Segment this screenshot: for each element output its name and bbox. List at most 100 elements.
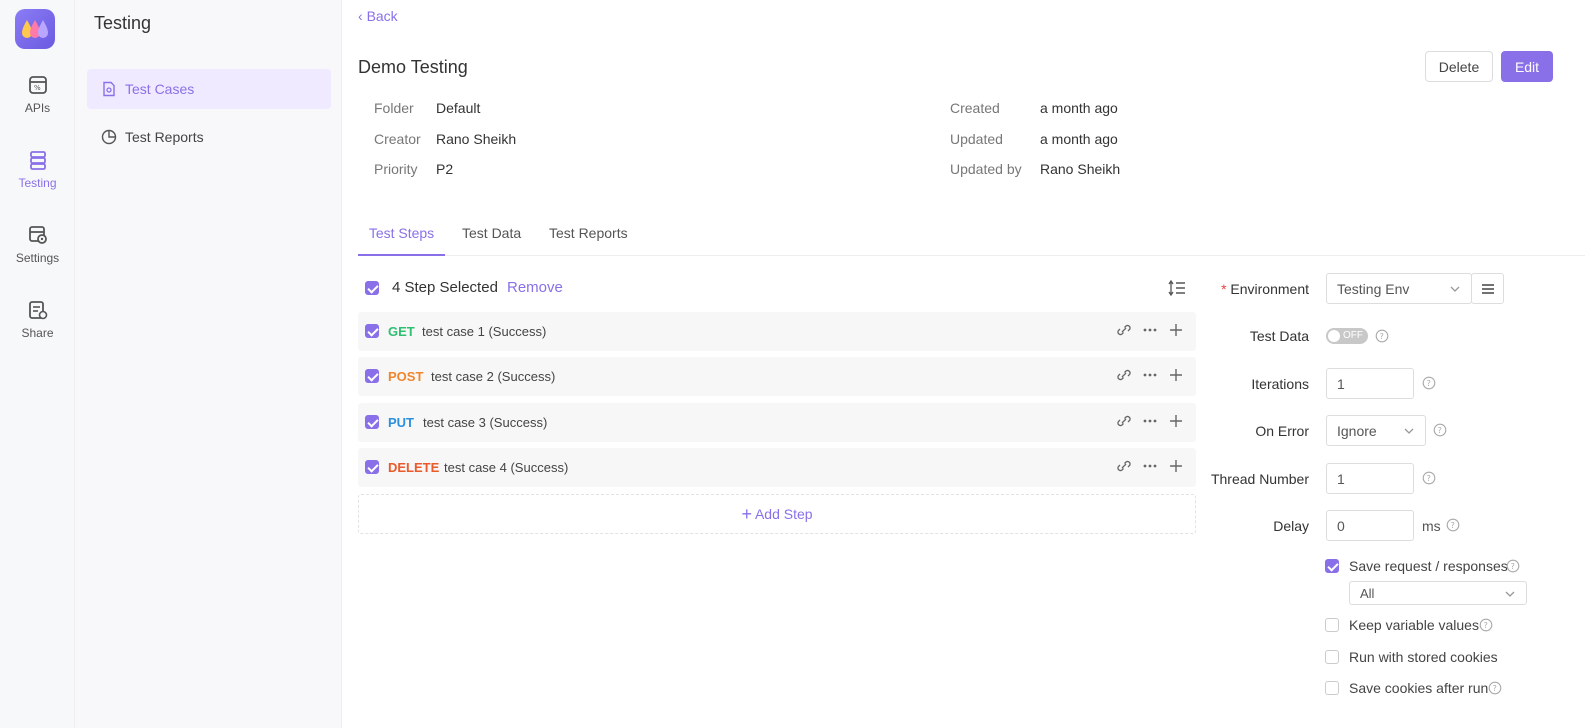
chevron-down-icon — [1404, 428, 1414, 434]
rail-item-apis[interactable]: % APIs — [0, 75, 75, 115]
rail-item-share[interactable]: Share — [0, 300, 75, 340]
plus-icon[interactable] — [1168, 322, 1184, 338]
on-error-select[interactable]: Ignore — [1326, 415, 1426, 446]
priority-value: P2 — [436, 161, 454, 177]
rail-label: Testing — [18, 176, 57, 190]
svg-text:?: ? — [1438, 426, 1442, 435]
remove-link[interactable]: Remove — [507, 279, 563, 296]
add-step-button[interactable]: + Add Step — [358, 494, 1196, 534]
link-icon[interactable] — [1116, 458, 1132, 474]
step-actions — [1116, 322, 1184, 338]
help-icon[interactable]: ? — [1479, 618, 1493, 632]
tab-test-reports[interactable]: Test Reports — [549, 225, 628, 256]
on-error-label: On Error — [1255, 423, 1309, 439]
more-icon[interactable] — [1142, 322, 1158, 338]
updated-by-label: Updated by — [950, 161, 1022, 177]
help-icon[interactable]: ? — [1422, 471, 1436, 485]
chevron-down-icon — [1505, 591, 1515, 597]
creator-label: Creator — [374, 131, 421, 147]
link-icon[interactable] — [1116, 367, 1132, 383]
share-icon — [28, 301, 47, 320]
add-step-label: Add Step — [754, 506, 813, 522]
rail-item-settings[interactable]: Settings — [0, 225, 75, 265]
step-actions — [1116, 458, 1184, 474]
step-row[interactable]: DELETE test case 4 (Success) — [358, 448, 1196, 487]
select-all-checkbox[interactable] — [365, 281, 379, 295]
save-cookies-checkbox[interactable] — [1325, 681, 1339, 695]
more-icon[interactable] — [1142, 458, 1158, 474]
keep-variable-checkbox[interactable] — [1325, 618, 1339, 632]
run-stored-cookies-checkbox[interactable] — [1325, 650, 1339, 664]
tab-test-data[interactable]: Test Data — [462, 225, 521, 256]
svg-text:?: ? — [1427, 379, 1431, 388]
save-request-checkbox[interactable] — [1325, 559, 1339, 573]
environment-manage-button[interactable] — [1471, 273, 1504, 304]
step-name: test case 4 (Success) — [444, 460, 569, 475]
more-icon[interactable] — [1142, 367, 1158, 383]
svg-text:?: ? — [1493, 684, 1497, 693]
step-row[interactable]: GET test case 1 (Success) — [358, 312, 1196, 351]
step-checkbox[interactable] — [365, 369, 379, 383]
delay-input[interactable]: 0 — [1326, 510, 1414, 541]
step-actions — [1116, 367, 1184, 383]
step-row[interactable]: PUT test case 3 (Success) — [358, 403, 1196, 442]
help-icon[interactable]: ? — [1488, 681, 1502, 695]
environment-label: * Environment — [1221, 281, 1309, 297]
sidebar-item-label: Test Cases — [125, 81, 195, 97]
step-method: GET — [388, 324, 415, 339]
step-actions — [1116, 413, 1184, 429]
save-cookies-label: Save cookies after run — [1349, 680, 1489, 696]
thread-number-input[interactable]: 1 — [1326, 463, 1414, 494]
rail-label: APIs — [24, 101, 51, 115]
plus-icon[interactable] — [1168, 413, 1184, 429]
help-icon[interactable]: ? — [1506, 559, 1520, 573]
step-checkbox[interactable] — [365, 415, 379, 429]
back-label: Back — [366, 8, 398, 24]
plus-icon: + — [741, 503, 752, 524]
delete-button[interactable]: Delete — [1425, 51, 1493, 82]
iterations-input[interactable]: 1 — [1326, 368, 1414, 399]
delay-label: Delay — [1273, 518, 1309, 534]
rail-item-testing[interactable]: Testing — [0, 150, 75, 190]
keep-variable-label: Keep variable values — [1349, 617, 1479, 633]
rail-label: Settings — [15, 251, 60, 265]
created-value: a month ago — [1040, 100, 1118, 116]
environment-select[interactable]: Testing Env — [1326, 273, 1472, 304]
folder-label: Folder — [374, 100, 414, 116]
more-icon[interactable] — [1142, 413, 1158, 429]
selected-count: 4 Step Selected — [392, 279, 498, 296]
tab-test-steps[interactable]: Test Steps — [358, 225, 445, 256]
step-name: test case 1 (Success) — [422, 324, 547, 339]
step-row[interactable]: POST test case 2 (Success) — [358, 357, 1196, 396]
save-scope-select[interactable]: All — [1349, 581, 1527, 605]
help-icon[interactable]: ? — [1433, 423, 1447, 437]
file-icon — [103, 81, 115, 97]
step-checkbox[interactable] — [365, 324, 379, 338]
reorder-list-icon[interactable] — [1168, 280, 1186, 296]
edit-button[interactable]: Edit — [1501, 51, 1553, 82]
link-icon[interactable] — [1116, 322, 1132, 338]
link-icon[interactable] — [1116, 413, 1132, 429]
settings-icon — [28, 226, 47, 244]
step-checkbox[interactable] — [365, 460, 379, 474]
sidebar-item-test-reports[interactable]: Test Reports — [87, 117, 331, 157]
plus-icon[interactable] — [1168, 367, 1184, 383]
svg-text:?: ? — [1427, 474, 1431, 483]
back-link[interactable]: ‹ Back — [358, 8, 398, 24]
help-icon[interactable]: ? — [1422, 376, 1436, 390]
testing-sidebar: Testing Test Cases Test Reports — [75, 0, 342, 728]
pie-chart-icon — [101, 129, 117, 145]
help-icon[interactable]: ? — [1446, 518, 1460, 532]
menu-icon — [1481, 283, 1494, 294]
app-logo[interactable] — [15, 9, 55, 49]
main-content: ‹ Back Demo Testing Delete Edit Folder D… — [342, 0, 1585, 728]
rail-label: Share — [21, 326, 54, 340]
sidebar-item-test-cases[interactable]: Test Cases — [87, 69, 331, 109]
on-error-value: Ignore — [1337, 422, 1377, 439]
chevron-left-icon: ‹ — [358, 8, 363, 24]
help-icon[interactable]: ? — [1375, 329, 1389, 343]
plus-icon[interactable] — [1168, 458, 1184, 474]
selection-bar: 4 Step Selected Remove — [358, 274, 1196, 302]
test-data-toggle[interactable]: OFF — [1326, 328, 1368, 344]
step-method: POST — [388, 369, 424, 384]
